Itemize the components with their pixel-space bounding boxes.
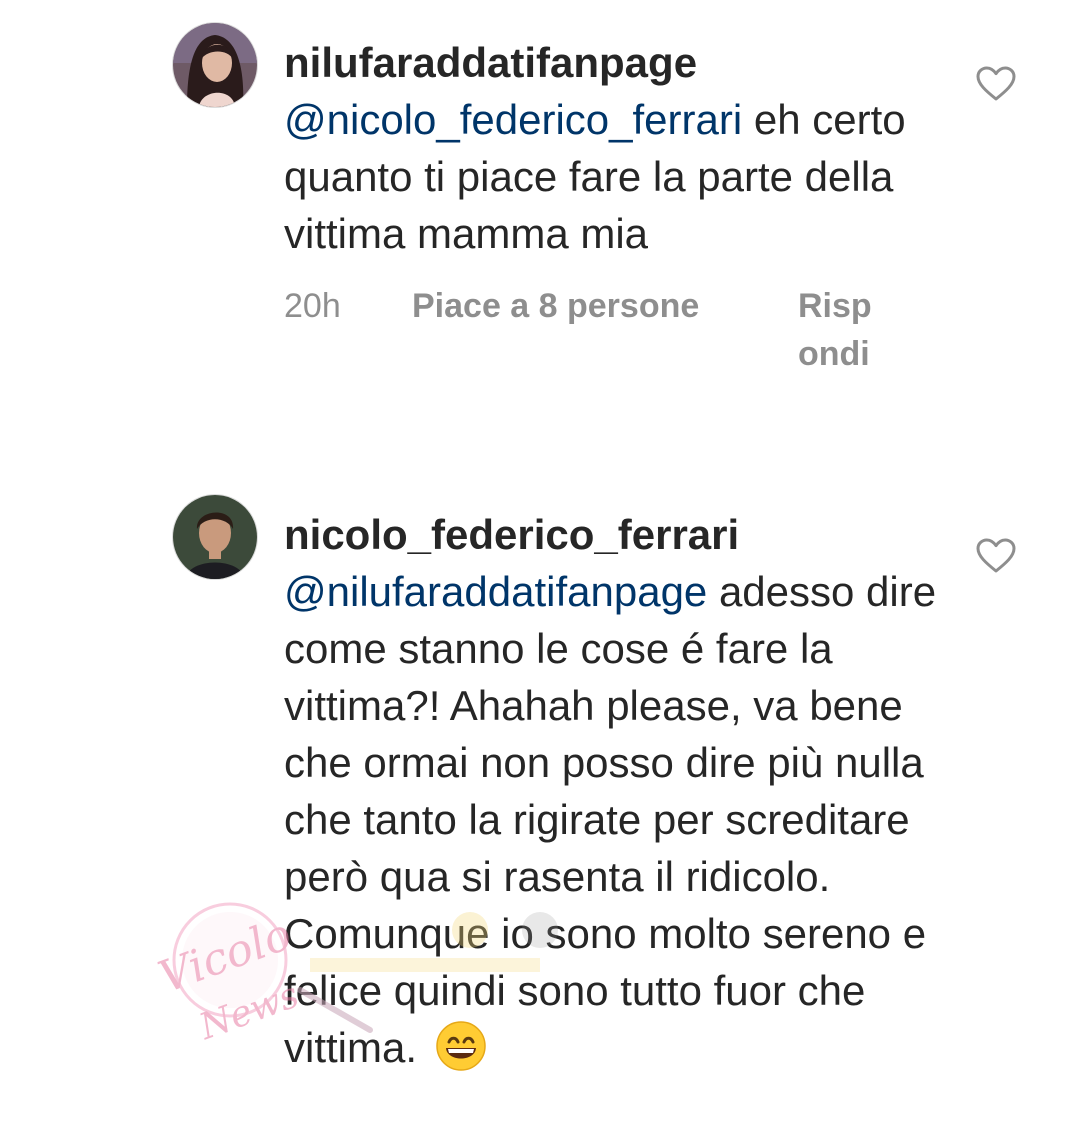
comment-mention[interactable]: @nicolo_federico_ferrari bbox=[284, 96, 742, 143]
comment-text: nicolo_federico_ferrari @nilufaraddatifa… bbox=[284, 506, 944, 1076]
comment-username[interactable]: nicolo_federico_ferrari bbox=[284, 511, 739, 558]
heart-icon[interactable] bbox=[976, 66, 1016, 102]
comment-body: adesso dire come stanno le cose é fare l… bbox=[284, 568, 937, 1071]
avatar[interactable] bbox=[172, 494, 258, 580]
comment-username[interactable]: nilufaraddatifanpage bbox=[284, 39, 697, 86]
comment-timestamp: 20h bbox=[284, 287, 341, 325]
reply-button[interactable]: Rispondi bbox=[798, 282, 878, 378]
svg-text:Vicolo: Vicolo bbox=[152, 909, 298, 1004]
heart-icon[interactable] bbox=[976, 538, 1016, 574]
profile-photo-icon bbox=[173, 23, 257, 107]
comment-likes-count[interactable]: Piace a 8 persone bbox=[412, 282, 699, 330]
avatar[interactable] bbox=[172, 22, 258, 108]
grinning-face-emoji-icon bbox=[435, 1020, 487, 1072]
profile-photo-icon bbox=[173, 495, 257, 579]
comment-text: nilufaraddatifanpage @nicolo_federico_fe… bbox=[284, 34, 944, 262]
comment-mention[interactable]: @nilufaraddatifanpage bbox=[284, 568, 707, 615]
